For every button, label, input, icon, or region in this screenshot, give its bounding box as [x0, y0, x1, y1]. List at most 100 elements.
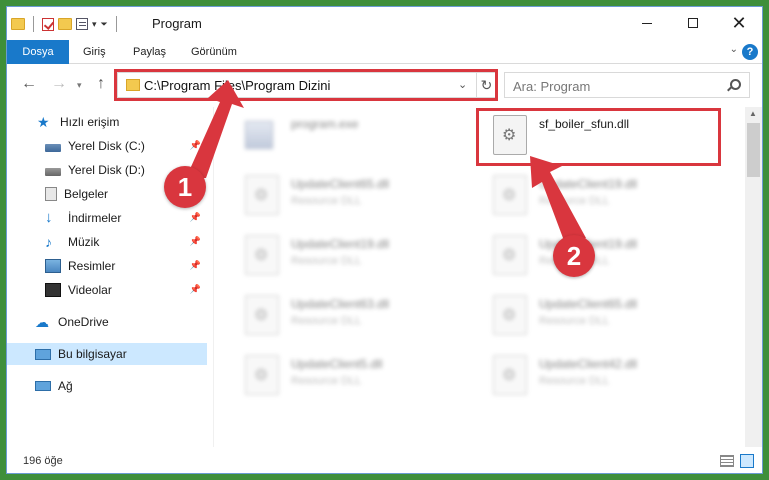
file-name: UpdateClient42.dll — [539, 357, 638, 371]
dll-file-icon — [493, 175, 527, 215]
pictures-icon — [45, 259, 61, 273]
search-box[interactable]: Ara: Program — [504, 72, 750, 98]
folder-icon[interactable] — [11, 18, 25, 30]
pin-icon[interactable]: 📌 — [190, 284, 201, 295]
chevron-down-icon[interactable]: ⌄ — [730, 44, 738, 55]
file-item[interactable]: UpdateClient19.dll Resource DLL — [479, 229, 719, 277]
file-name: UpdateClient5.dll — [291, 357, 383, 371]
file-item[interactable]: UpdateClient42.dll Resource DLL — [479, 349, 719, 397]
help-icon[interactable]: ? — [742, 44, 758, 60]
properties-icon[interactable] — [76, 18, 88, 30]
file-item-program-exe[interactable]: program.exe — [231, 109, 471, 157]
download-icon: ↓ — [45, 209, 53, 226]
properties-check-icon[interactable] — [42, 17, 54, 31]
sidebar-item-label: Videolar — [68, 283, 112, 297]
sidebar-item-label: Belgeler — [64, 187, 109, 201]
sidebar-item-label: Yerel Disk (C:) — [68, 139, 145, 153]
close-button[interactable]: ✕ — [716, 7, 762, 39]
large-icons-view-icon[interactable] — [740, 454, 754, 468]
sidebar-item-this-pc[interactable]: Bu bilgisayar — [7, 343, 207, 365]
up-arrow-icon[interactable]: ↑ — [97, 75, 105, 93]
network-icon — [35, 381, 51, 391]
file-type: Resource DLL — [539, 375, 610, 387]
file-type: Resource DLL — [539, 315, 610, 327]
customize-toolbar-icon[interactable]: ⏷ — [101, 19, 108, 30]
toolbar-divider — [33, 16, 34, 32]
chevron-down-icon[interactable]: ▾ — [92, 19, 97, 30]
maximize-icon — [688, 18, 698, 28]
quick-access-toolbar: ▾ ⏷ — [11, 16, 121, 32]
sidebar-item-label: İndirmeler — [68, 211, 122, 225]
sidebar-item-label: Müzik — [68, 235, 100, 249]
forward-arrow-icon[interactable]: → — [51, 75, 67, 93]
toolbar-divider — [115, 16, 117, 32]
file-name: UpdateClient65.dll — [291, 177, 390, 191]
file-item[interactable]: UpdateClient63.dll Resource DLL — [231, 289, 471, 337]
sidebar-item-quick-access[interactable]: ★ Hızlı erişim — [7, 111, 207, 133]
file-type: Resource DLL — [291, 375, 362, 387]
file-name: program.exe — [291, 117, 359, 131]
scroll-up-icon[interactable]: ▲ — [749, 109, 757, 118]
pin-icon[interactable]: 📌 — [190, 236, 201, 247]
file-type: Resource DLL — [539, 195, 610, 207]
back-arrow-icon[interactable]: ← — [21, 75, 37, 93]
sidebar-item-onedrive[interactable]: ☁ OneDrive — [7, 311, 207, 333]
title-bar: ▾ ⏷ Program ✕ — [7, 7, 762, 39]
search-icon[interactable] — [730, 79, 741, 90]
sidebar-item-label: Yerel Disk (D:) — [68, 163, 145, 177]
new-folder-icon[interactable] — [58, 18, 72, 30]
tab-share[interactable]: Paylaş — [133, 40, 166, 64]
sidebar-item-local-disk-c[interactable]: Yerel Disk (C:) 📌 — [7, 135, 207, 157]
file-item[interactable]: UpdateClient19.dll Resource DLL — [479, 169, 719, 217]
sidebar-item-label: OneDrive — [58, 315, 109, 329]
file-item[interactable]: UpdateClient19.dll Resource DLL — [231, 229, 471, 277]
star-icon: ★ — [37, 114, 50, 130]
minimize-icon — [642, 22, 652, 24]
vertical-scrollbar[interactable]: ▲ — [745, 107, 762, 447]
videos-icon — [45, 283, 61, 297]
sidebar-item-label: Hızlı erişim — [60, 115, 120, 129]
tab-home[interactable]: Giriş — [83, 40, 106, 64]
pin-icon[interactable]: 📌 — [190, 140, 201, 151]
item-count: 196 öğe — [23, 455, 63, 467]
details-view-icon[interactable] — [720, 455, 734, 467]
scroll-thumb[interactable] — [747, 123, 760, 177]
pane-divider[interactable] — [213, 107, 214, 447]
minimize-button[interactable] — [624, 7, 670, 39]
dll-file-icon — [245, 355, 279, 395]
step-2-badge: 2 — [553, 235, 595, 277]
dll-file-icon — [245, 295, 279, 335]
address-highlight-box — [114, 69, 498, 101]
file-item[interactable]: UpdateClient65.dll Resource DLL — [231, 169, 471, 217]
file-highlight-box — [476, 108, 721, 166]
maximize-button[interactable] — [670, 7, 716, 39]
file-item[interactable]: UpdateClient65.dll Resource DLL — [479, 289, 719, 337]
sidebar-item-videos[interactable]: Videolar 📌 — [7, 279, 207, 301]
status-bar: 196 öğe — [7, 449, 762, 473]
dll-file-icon — [493, 355, 527, 395]
dll-file-icon — [493, 235, 527, 275]
sidebar-item-pictures[interactable]: Resimler 📌 — [7, 255, 207, 277]
sidebar-item-music[interactable]: ♪ Müzik 📌 — [7, 231, 207, 253]
recent-locations-icon[interactable]: ▾ — [77, 80, 82, 91]
disk-icon — [45, 143, 61, 152]
file-name: UpdateClient19.dll — [291, 237, 390, 251]
tab-file[interactable]: Dosya — [7, 40, 69, 64]
file-name: UpdateClient63.dll — [291, 297, 390, 311]
navigation-pane: ★ Hızlı erişim Yerel Disk (C:) 📌 Yerel D… — [7, 107, 207, 447]
ribbon-tabs: Dosya Giriş Paylaş Görünüm ⌄ ? — [7, 40, 762, 64]
pin-icon[interactable]: 📌 — [190, 260, 201, 271]
tab-view[interactable]: Görünüm — [191, 40, 237, 64]
sidebar-item-network[interactable]: Ağ — [7, 375, 207, 397]
file-type: Resource DLL — [291, 255, 362, 267]
search-input[interactable]: Ara: Program — [513, 79, 590, 94]
computer-icon — [35, 348, 51, 360]
dll-file-icon — [245, 235, 279, 275]
file-name: UpdateClient19.dll — [539, 177, 638, 191]
sidebar-item-downloads[interactable]: ↓ İndirmeler 📌 — [7, 207, 207, 229]
file-name: UpdateClient65.dll — [539, 297, 638, 311]
pin-icon[interactable]: 📌 — [190, 212, 201, 223]
file-item[interactable]: UpdateClient5.dll Resource DLL — [231, 349, 471, 397]
music-icon: ♪ — [45, 234, 52, 250]
file-type: Resource DLL — [291, 195, 362, 207]
